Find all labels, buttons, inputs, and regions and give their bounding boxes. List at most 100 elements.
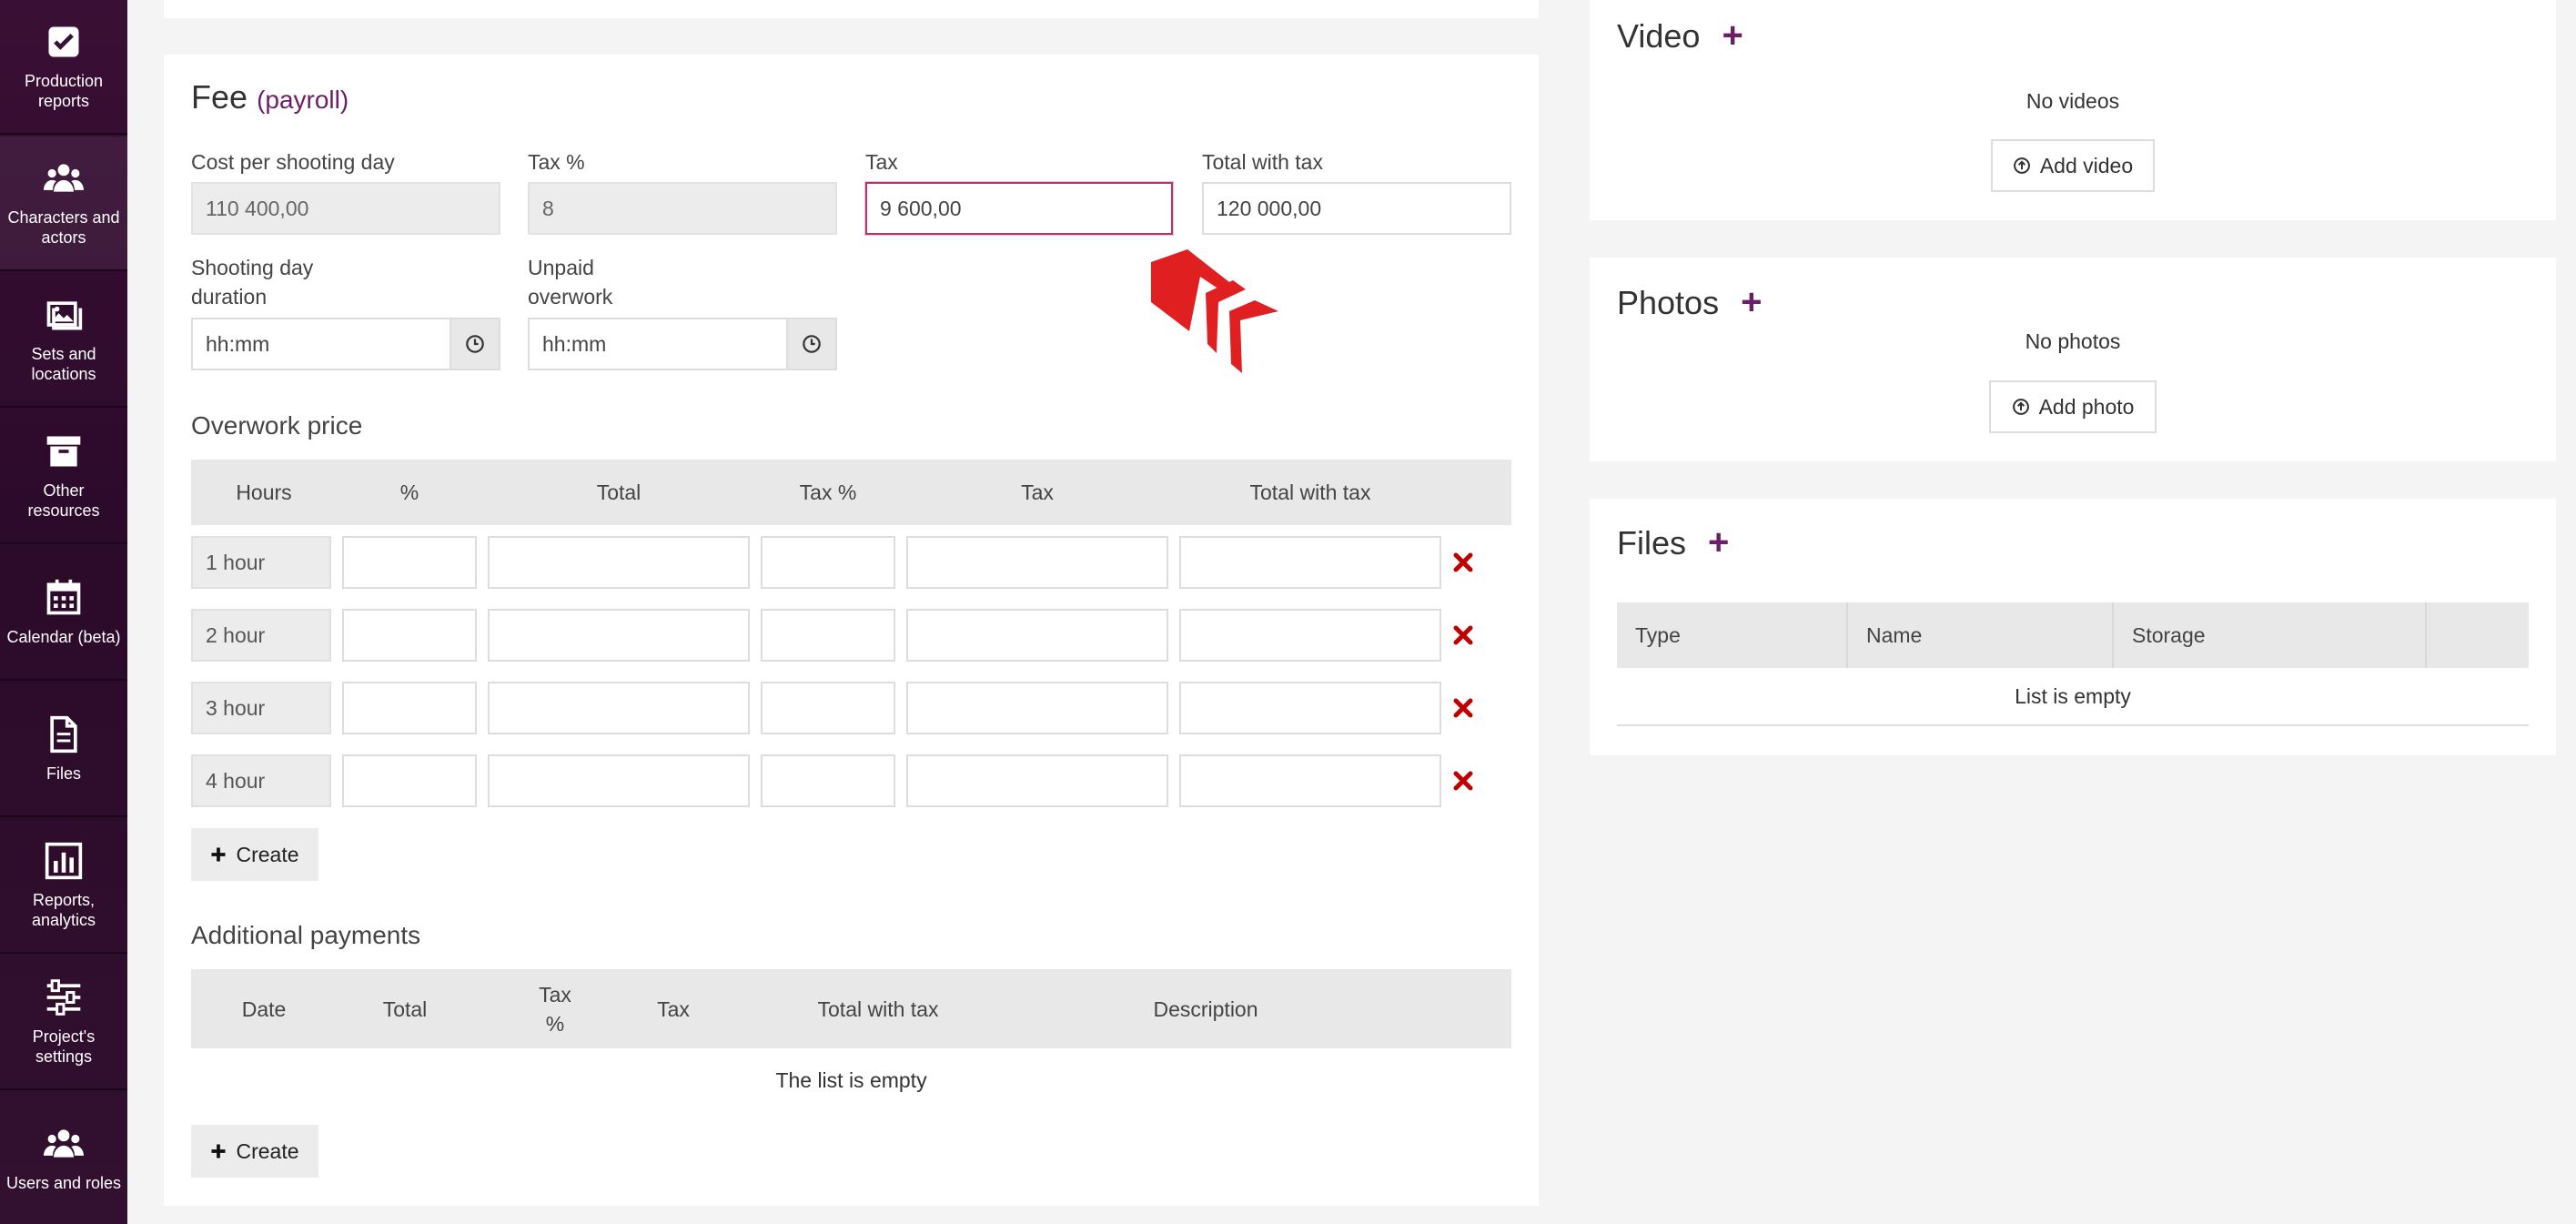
- delete-row-icon[interactable]: [1452, 551, 1474, 573]
- sidebar-item-characters-and-actors[interactable]: Characters and actors: [0, 137, 127, 271]
- video-title-row: Video +: [1617, 15, 1743, 56]
- label-line: Unpaid: [528, 256, 594, 279]
- delete-row-icon[interactable]: [1452, 770, 1474, 792]
- sidebar-item-reports-analytics[interactable]: Reports, analytics: [0, 819, 127, 954]
- column-header: Date: [241, 996, 287, 1021]
- plus-icon: [211, 1144, 226, 1158]
- tax-input[interactable]: [906, 609, 1168, 662]
- button-label: Add video: [2039, 153, 2134, 177]
- upload-circle-icon: [2012, 399, 2029, 415]
- tax-percent-input[interactable]: [761, 754, 895, 807]
- files-table-divider: [1617, 724, 2529, 726]
- tax-field[interactable]: [865, 182, 1173, 235]
- previous-panel-bottom: [164, 0, 1539, 18]
- percent-input[interactable]: [342, 536, 477, 589]
- hours-cell: 4 hour: [191, 754, 331, 807]
- overwork-table-header: Hours % Total Tax % Tax Total with tax: [191, 460, 1511, 525]
- users-icon: [44, 1129, 84, 1158]
- add-file-plus-icon[interactable]: +: [1708, 522, 1729, 562]
- hours-cell: 3 hour: [191, 682, 331, 734]
- column-header: Tax: [1021, 480, 1054, 504]
- tax-percent-field[interactable]: [528, 182, 837, 235]
- total-input[interactable]: [488, 682, 750, 734]
- sidebar-item-users-and-roles[interactable]: Users and roles: [0, 1092, 127, 1224]
- sidebar-item-production-reports[interactable]: Production reports: [0, 0, 127, 135]
- label-line: overwork: [528, 285, 613, 309]
- tax-input[interactable]: [906, 754, 1168, 807]
- clock-icon: [466, 335, 484, 353]
- header-line: %: [545, 1011, 565, 1036]
- delete-row-icon[interactable]: [1452, 624, 1474, 646]
- fee-subtitle: (payroll): [257, 86, 349, 114]
- add-photo-button[interactable]: Add photo: [1989, 380, 2157, 433]
- photos-title: Photos: [1617, 284, 1720, 321]
- hours-cell: 2 hour: [191, 609, 331, 662]
- sidebar-item-files[interactable]: Files: [0, 683, 127, 817]
- total-input[interactable]: [488, 754, 750, 807]
- button-label: Create: [236, 1138, 299, 1163]
- column-header: Total: [596, 480, 641, 504]
- bar-chart-icon: [45, 842, 83, 880]
- create-overwork-button[interactable]: Create: [191, 828, 318, 881]
- fee-title: Fee: [191, 78, 248, 116]
- sidebar: Production reports Characters and actors…: [0, 0, 127, 1224]
- no-videos-message: No videos: [2025, 89, 2120, 113]
- hours-cell: 1 hour: [191, 536, 331, 589]
- cost-per-shooting-day-field[interactable]: [191, 182, 500, 235]
- total-with-tax-field[interactable]: [1202, 182, 1511, 235]
- users-icon: [44, 164, 84, 192]
- create-additional-payment-button[interactable]: Create: [191, 1125, 318, 1178]
- sidebar-item-sets-and-locations[interactable]: Sets and locations: [0, 273, 127, 408]
- sidebar-item-calendar[interactable]: Calendar (beta): [0, 546, 127, 681]
- unpaid-clock-button[interactable]: [786, 318, 837, 370]
- tax-input[interactable]: [906, 536, 1168, 589]
- total-with-tax-input[interactable]: [1179, 682, 1441, 734]
- calendar-icon: [46, 579, 81, 615]
- tax-percent-input[interactable]: [761, 609, 895, 662]
- total-input[interactable]: [488, 536, 750, 589]
- column-header: Type: [1617, 602, 1848, 668]
- label-line: Shooting day: [191, 256, 314, 279]
- video-title: Video: [1617, 17, 1701, 55]
- column-header: %: [399, 480, 419, 504]
- sidebar-item-label: Characters and actors: [7, 208, 120, 247]
- no-photos-message: No photos: [2025, 329, 2121, 353]
- total-with-tax-label: Total with tax: [1202, 150, 1323, 174]
- column-header: Hours: [236, 480, 292, 504]
- upload-circle-icon: [2013, 157, 2030, 174]
- total-with-tax-input[interactable]: [1179, 754, 1441, 807]
- files-table-header: Type Name Storage: [1617, 602, 2529, 668]
- sidebar-item-other-resources[interactable]: Other resources: [0, 410, 127, 544]
- total-with-tax-input[interactable]: [1179, 609, 1441, 662]
- tax-percent-input[interactable]: [761, 536, 895, 589]
- column-header: Tax %: [799, 480, 857, 504]
- total-with-tax-input[interactable]: [1179, 536, 1441, 589]
- column-header: Total with tax: [1249, 480, 1371, 504]
- add-photo-plus-icon[interactable]: +: [1741, 282, 1762, 322]
- sidebar-item-label: Project's settings: [32, 1027, 96, 1066]
- column-header: Tax %: [505, 969, 605, 1048]
- total-input[interactable]: [488, 609, 750, 662]
- tax-input[interactable]: [906, 682, 1168, 734]
- percent-input[interactable]: [342, 754, 477, 807]
- percent-input[interactable]: [342, 682, 477, 734]
- files-title-row: Files +: [1617, 522, 1729, 563]
- duration-clock-button[interactable]: [450, 318, 500, 370]
- files-empty-message: List is empty: [2015, 684, 2131, 708]
- shooting-day-duration-input[interactable]: [191, 318, 451, 370]
- add-video-button[interactable]: Add video: [1991, 139, 2155, 192]
- tax-percent-input[interactable]: [761, 682, 895, 734]
- column-header: Total with tax: [817, 996, 939, 1021]
- sidebar-item-project-settings[interactable]: Project's settings: [0, 956, 127, 1090]
- additional-payments-title: Additional payments: [191, 921, 421, 949]
- cost-per-shooting-day-label: Cost per shooting day: [191, 150, 395, 174]
- tax-label: Tax: [865, 150, 898, 174]
- percent-input[interactable]: [342, 609, 477, 662]
- delete-row-icon[interactable]: [1452, 697, 1474, 719]
- sidebar-item-label: Users and roles: [5, 1174, 122, 1192]
- unpaid-overwork-input[interactable]: [528, 318, 788, 370]
- column-header: Description: [1153, 996, 1258, 1021]
- button-label: Add photo: [2038, 394, 2135, 419]
- sidebar-item-label: Sets and locations: [31, 345, 96, 383]
- add-video-plus-icon[interactable]: +: [1722, 15, 1743, 56]
